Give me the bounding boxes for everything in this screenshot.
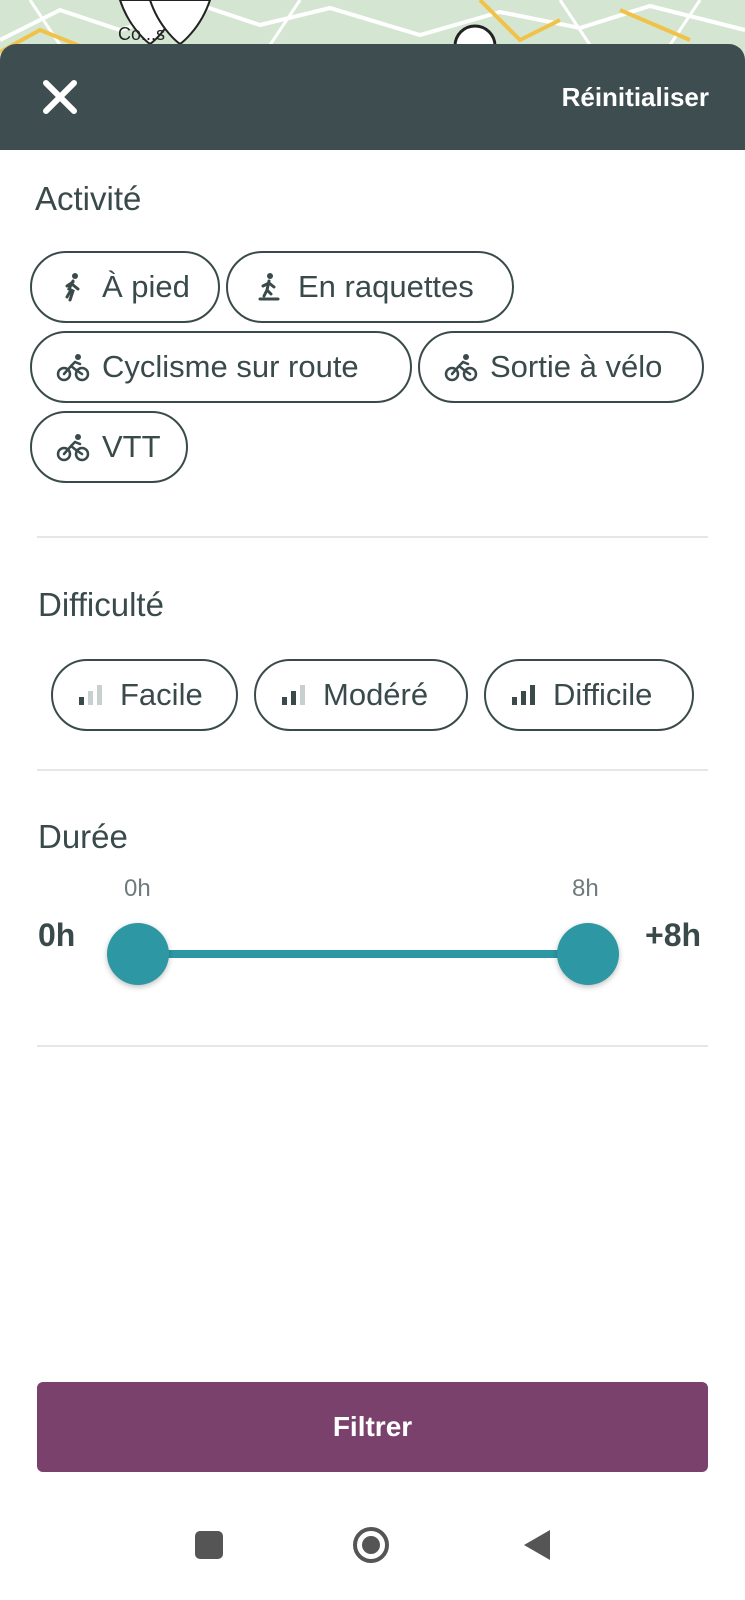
map-place-label: Co...s [118, 24, 166, 44]
chip-label: À pied [102, 269, 190, 304]
recent-apps-button[interactable] [194, 1530, 224, 1565]
chip-label: VTT [102, 429, 161, 464]
chip-cyclisme-sur-route[interactable]: Cyclisme sur route [30, 331, 412, 403]
home-button[interactable] [352, 1526, 390, 1569]
walking-icon [56, 270, 90, 304]
close-icon [43, 80, 77, 114]
circle-icon [353, 1527, 389, 1563]
duration-range-track [138, 950, 588, 958]
divider [37, 1045, 708, 1047]
chip-en-raquettes[interactable]: En raquettes [226, 251, 514, 323]
difficulty-medium-icon [282, 685, 305, 705]
close-button[interactable] [38, 75, 82, 119]
chip-modere[interactable]: Modéré [254, 659, 468, 731]
duration-range-slider[interactable] [107, 921, 619, 987]
chip-label: En raquettes [298, 269, 474, 304]
chip-a-pied[interactable]: À pied [30, 251, 220, 323]
bike-icon [444, 350, 478, 384]
difficulty-high-icon [512, 685, 535, 705]
duration-low-thumb[interactable] [107, 923, 169, 985]
chip-label: Difficile [553, 677, 653, 712]
duration-section-title: Durée [38, 818, 128, 855]
chip-label: Sortie à vélo [490, 349, 663, 384]
activity-section-title: Activité [35, 180, 142, 217]
divider [37, 769, 708, 771]
chip-vtt[interactable]: VTT [30, 411, 188, 483]
chip-difficile[interactable]: Difficile [484, 659, 694, 731]
system-nav-bar [0, 1500, 745, 1600]
chip-sortie-a-velo[interactable]: Sortie à vélo [418, 331, 704, 403]
difficulty-section-title: Difficulté [38, 586, 164, 623]
chip-label: Facile [120, 677, 203, 712]
square-icon [195, 1531, 223, 1559]
sheet-header: Réinitialiser [0, 44, 745, 150]
duration-min-label: 0h [38, 917, 76, 953]
snowshoe-icon [252, 270, 286, 304]
divider [37, 536, 708, 538]
bike-icon [56, 350, 90, 384]
back-triangle-icon [524, 1530, 550, 1560]
reset-button[interactable]: Réinitialiser [562, 82, 709, 113]
chip-label: Modéré [323, 677, 429, 712]
duration-max-label: +8h [645, 917, 702, 953]
bike-icon [56, 430, 90, 464]
back-button[interactable] [522, 1528, 552, 1567]
chip-facile[interactable]: Facile [51, 659, 238, 731]
chip-label: Cyclisme sur route [102, 349, 359, 384]
filter-button[interactable]: Filtrer [37, 1382, 708, 1472]
duration-low-value-label: 0h [124, 875, 151, 902]
duration-high-value-label: 8h [572, 875, 599, 902]
duration-high-thumb[interactable] [557, 923, 619, 985]
difficulty-low-icon [79, 685, 102, 705]
